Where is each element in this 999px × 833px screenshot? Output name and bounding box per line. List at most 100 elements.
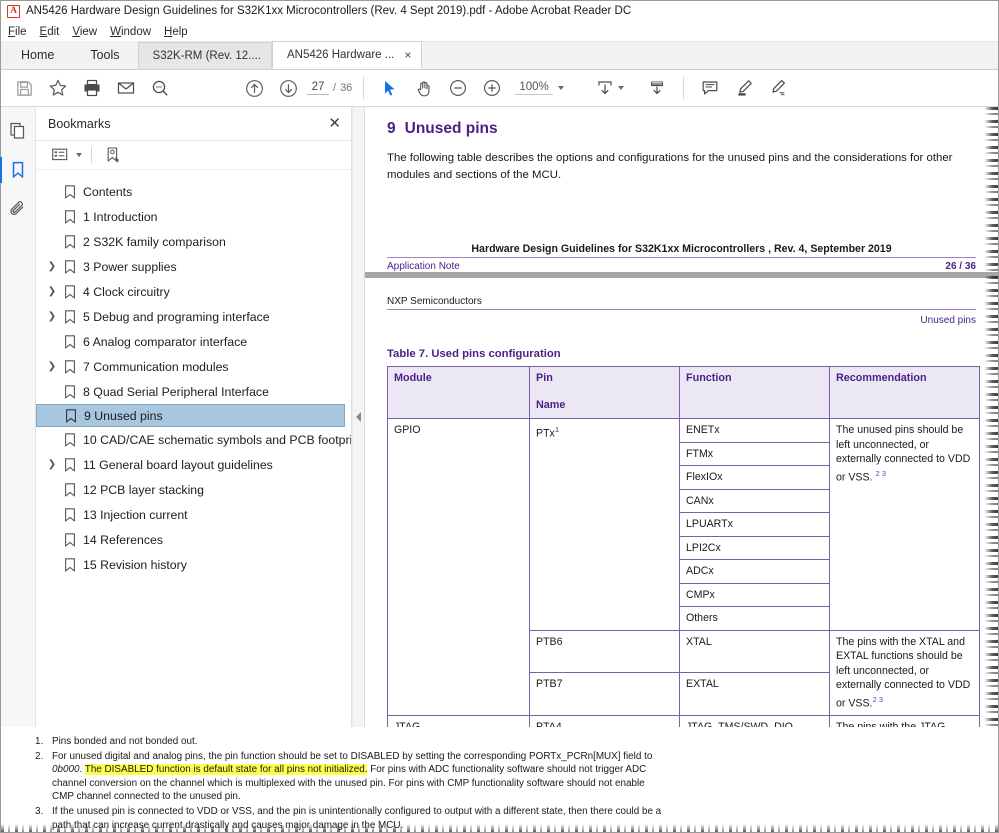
highlight-marker-icon[interactable] [727, 71, 761, 105]
paperclip-icon[interactable] [4, 196, 32, 222]
workspace: Bookmarks ✕ Contents 1 Introduction 2 S3… [0, 107, 998, 727]
bookmark-item-15-revision-history[interactable]: 15 Revision history [36, 552, 351, 577]
menu-bar: File Edit View Window Help [1, 22, 998, 42]
column-header-function: Function [679, 366, 830, 419]
bookmark-item-3-power-supplies[interactable]: ❯ 3 Power supplies [36, 254, 351, 279]
document-tab-an5426[interactable]: AN5426 Hardware ... × [271, 41, 423, 69]
email-icon[interactable] [109, 71, 143, 105]
panel-collapse-handle[interactable] [352, 107, 365, 727]
pdf-page-27: NXP Semiconductors Unused pins Table 7. … [365, 278, 998, 727]
previous-page-button[interactable] [237, 71, 271, 105]
bookmark-label: 15 Revision history [83, 557, 187, 572]
current-page-input[interactable]: 27 [307, 81, 329, 95]
cell-pin-name-pta4: PTA4 [529, 714, 680, 727]
bookmark-item-contents[interactable]: Contents [36, 179, 351, 204]
save-icon[interactable] [7, 71, 41, 105]
star-icon[interactable] [41, 71, 75, 105]
bookmarks-toolbar-divider [91, 147, 92, 163]
acrobat-reader-window: AN5426 Hardware Design Guidelines for S3… [0, 0, 999, 833]
bookmark-icon [60, 507, 80, 522]
page-thumbnails-icon[interactable] [4, 118, 32, 144]
menu-edit[interactable]: Edit [40, 26, 69, 38]
chevron-right-icon[interactable]: ❯ [44, 459, 60, 470]
cell-recommendation-jtag: The pins with the JTAG [829, 714, 980, 727]
bookmark-icon [60, 284, 80, 299]
bookmark-icon[interactable] [0, 157, 32, 183]
comment-icon[interactable] [693, 71, 727, 105]
pdf-page-26: 9 Unused pins The following table describ… [365, 107, 998, 272]
table-caption: Table 7. Used pins configuration [387, 348, 561, 360]
fit-page-icon[interactable] [588, 71, 622, 105]
fit-page-chevron-icon[interactable] [617, 86, 624, 90]
cell-function: FTMx [679, 441, 830, 466]
column-header-pin-line1: Pin [536, 372, 553, 384]
zoom-out-icon[interactable] [441, 71, 475, 105]
tab-bar: Home Tools S32K-RM (Rev. 12.... AN5426 H… [1, 41, 998, 70]
zoom-control[interactable]: 100% [515, 81, 564, 95]
footnote-refs: 2 3 [872, 694, 884, 704]
bookmark-item-13-injection-current[interactable]: 13 Injection current [36, 502, 351, 527]
chevron-right-icon[interactable]: ❯ [44, 311, 60, 322]
bookmark-label: 11 General board layout guidelines [83, 457, 273, 472]
cell-pin-name-ptb6: PTB6 [529, 629, 680, 674]
bookmark-item-6-analog-comparator-interface[interactable]: 6 Analog comparator interface [36, 329, 351, 354]
chevron-right-icon[interactable]: ❯ [44, 286, 60, 297]
cursor-arrow-icon[interactable] [373, 71, 407, 105]
menu-file[interactable]: File [8, 26, 36, 38]
bookmarks-panel-header: Bookmarks ✕ [36, 107, 351, 141]
chevron-right-icon[interactable]: ❯ [44, 261, 60, 272]
zoom-level-value[interactable]: 100% [515, 81, 553, 95]
menu-window-accel: W [110, 25, 121, 38]
toolbar-divider-2 [682, 77, 684, 99]
menu-help[interactable]: Help [164, 26, 197, 38]
bookmark-item-10-cad-cae-schematic-symbols[interactable]: 10 CAD/CAE schematic symbols and PCB foo… [36, 427, 351, 452]
bookmark-item-5-debug-and-programing-interface[interactable]: ❯ 5 Debug and programing interface [36, 304, 351, 329]
menu-view[interactable]: View [72, 26, 106, 38]
acrobat-icon [7, 4, 20, 18]
footnote-2: 2. For unused digital and analog pins, t… [35, 750, 976, 804]
bookmark-item-11-general-board-layout-guidelines[interactable]: ❯ 11 General board layout guidelines [36, 452, 351, 477]
new-bookmark-icon[interactable] [101, 144, 125, 166]
cell-function: ENETx [679, 418, 830, 443]
bookmarks-list[interactable]: Contents 1 Introduction 2 S32K family co… [36, 170, 351, 727]
next-page-button[interactable] [271, 71, 305, 105]
bookmark-item-2-s32k-family-comparison[interactable]: 2 S32K family comparison [36, 229, 351, 254]
column-header-pin-line2: Name [536, 398, 566, 411]
tab-tools[interactable]: Tools [72, 41, 138, 69]
search-icon[interactable] [143, 71, 177, 105]
bookmark-item-9-unused-pins[interactable]: 9 Unused pins [36, 404, 345, 427]
close-icon[interactable]: ✕ [328, 116, 341, 131]
document-tab-s32k-rm[interactable]: S32K-RM (Rev. 12.... [137, 42, 272, 69]
footnote-segment-italic: 0b000 [52, 764, 80, 776]
cell-function: ADCx [679, 559, 830, 584]
hand-icon[interactable] [407, 71, 441, 105]
bookmark-item-14-references[interactable]: 14 References [36, 527, 351, 552]
bookmark-item-7-communication-modules[interactable]: ❯ 7 Communication modules [36, 354, 351, 379]
table-row: GPIO PTx1 ENETx The unused pins should b… [387, 418, 980, 716]
footnote-refs: 2 3 [875, 468, 887, 478]
bookmark-label: 9 Unused pins [84, 408, 163, 423]
bookmarks-options-chevron-icon[interactable] [76, 153, 82, 157]
total-pages-label: 36 [340, 82, 353, 94]
bookmark-item-12-pcb-layer-stacking[interactable]: 12 PCB layer stacking [36, 477, 351, 502]
zoom-in-icon[interactable] [475, 71, 509, 105]
tab-home[interactable]: Home [3, 41, 73, 69]
chevron-left-icon[interactable] [356, 412, 361, 422]
fill-and-sign-icon[interactable] [640, 71, 674, 105]
bookmark-item-4-clock-circuitry[interactable]: ❯ 4 Clock circuitry [36, 279, 351, 304]
chevron-down-icon[interactable] [557, 86, 564, 90]
bookmark-label: 14 References [83, 532, 163, 547]
footnote-segment: For unused digital and analog pins, the … [52, 750, 653, 762]
sign-icon[interactable] [761, 71, 795, 105]
bookmark-item-1-introduction[interactable]: 1 Introduction [36, 204, 351, 229]
chevron-right-icon[interactable]: ❯ [44, 361, 60, 372]
page-header-company: NXP Semiconductors [387, 296, 482, 307]
menu-window[interactable]: Window [110, 26, 160, 38]
close-icon[interactable]: × [404, 49, 411, 61]
column-header-module: Module [387, 366, 530, 419]
print-icon[interactable] [75, 71, 109, 105]
list-options-icon[interactable] [48, 144, 72, 166]
bookmark-item-8-quad-serial-peripheral-interface[interactable]: 8 Quad Serial Peripheral Interface [36, 379, 351, 404]
document-viewer[interactable]: 9 Unused pins The following table describ… [365, 107, 998, 727]
footnote-text: If the unused pin is connected to VDD or… [52, 805, 662, 831]
